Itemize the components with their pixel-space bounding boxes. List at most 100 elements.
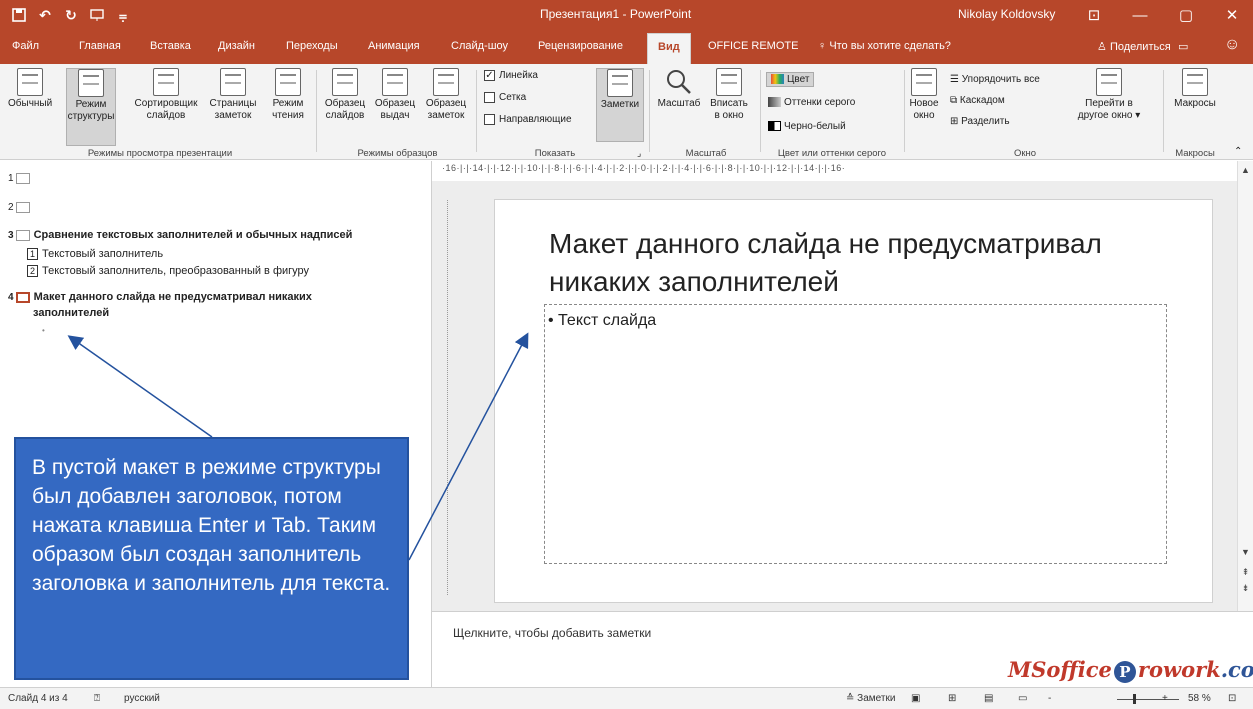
notes-page-button[interactable]: Страницы заметок [205, 68, 261, 122]
zoom-button[interactable]: Масштаб [655, 68, 703, 110]
slide-master-button[interactable]: Образец слайдов [322, 68, 368, 122]
fit-slide-icon[interactable]: ⊡ [1228, 693, 1236, 704]
tab-transitions[interactable]: Переходы [286, 40, 338, 52]
outline-slide-3-item-1[interactable]: 1 Текстовый заполнитель [27, 248, 163, 260]
outline-slide-2[interactable]: 2 [8, 201, 34, 213]
text-placeholder[interactable] [544, 304, 1167, 564]
outline-slide-3[interactable]: 3 Сравнение текстовых заполнителей и обыч… [8, 229, 352, 241]
color-swatch-icon [771, 74, 784, 85]
group-divider [316, 70, 317, 152]
split-icon: ⊞ [950, 116, 962, 127]
switch-windows-button[interactable]: Перейти в другое окно ▾ [1066, 68, 1152, 122]
status-bar: Слайд 4 из 4 ⍰ русский ≙ Заметки ▣ ⊞ ▤ ▭… [0, 687, 1253, 709]
guides-checkbox[interactable]: Направляющие [484, 114, 572, 125]
split-button[interactable]: ⊞ Разделить [950, 116, 1010, 127]
vertical-scrollbar[interactable]: ▲ ▼ ⇞ ⇟ [1237, 161, 1253, 611]
quick-access-toolbar: ↶ ↻ ⩦ [8, 4, 134, 26]
redo-icon[interactable]: ↻ [60, 4, 82, 26]
restore-button[interactable]: ▢ [1166, 0, 1206, 30]
language-indicator[interactable]: русский [124, 693, 160, 704]
outline-slide-1[interactable]: 1 [8, 172, 34, 184]
notes-master-button[interactable]: Образец заметок [422, 68, 470, 122]
spell-check-icon[interactable]: ⍰ [94, 693, 100, 704]
notes-toggle-icon: ≙ [846, 693, 858, 704]
tab-insert[interactable]: Вставка [150, 40, 191, 52]
collapse-ribbon-icon[interactable]: ⌃ [1234, 146, 1242, 157]
grid-checkbox[interactable]: Сетка [484, 92, 526, 103]
notes-toggle[interactable]: ≙ Заметки [846, 693, 895, 704]
previous-slide-icon[interactable]: ⇞ [1238, 565, 1253, 580]
notes-placeholder[interactable]: Щелкните, чтобы добавить заметки [453, 626, 651, 640]
tab-file[interactable]: Файл [12, 40, 39, 52]
user-name[interactable]: Nikolay Koldovsky [958, 7, 1055, 21]
scroll-down-icon[interactable]: ▼ [1238, 545, 1253, 560]
slide-master-icon [332, 68, 358, 96]
ruler-checkbox[interactable]: ✓ Линейка [484, 70, 538, 81]
arrange-all-button[interactable]: ☰ Упорядочить все [950, 74, 1040, 85]
macros-button[interactable]: Макросы [1168, 68, 1222, 110]
zoom-percent[interactable]: 58 % [1188, 693, 1211, 704]
color-button[interactable]: Цвет [766, 72, 815, 87]
handout-master-button[interactable]: Образец выдач [372, 68, 418, 122]
slide-counter[interactable]: Слайд 4 из 4 [8, 693, 68, 704]
document-title: Презентация1 - PowerPoint [540, 7, 692, 21]
group-label-master-views: Режимы образцов [357, 148, 438, 159]
slide-sorter-button[interactable]: Сортировщик слайдов [130, 68, 202, 122]
normal-view-button[interactable]: Обычный [8, 68, 52, 110]
horizontal-ruler: ·16·|·|·14·|·|·12·|·|·10·|·|·8·|·|·6·|·|… [442, 163, 846, 173]
zoom-out-button[interactable]: - [1048, 693, 1051, 704]
save-icon[interactable] [8, 4, 30, 26]
tab-design[interactable]: Дизайн [218, 40, 255, 52]
group-divider [649, 70, 650, 152]
slide-title[interactable]: Макет данного слайда не предусматривал н… [549, 225, 1189, 301]
smiley-feedback-icon[interactable]: ☺ [1224, 36, 1240, 54]
next-slide-icon[interactable]: ⇟ [1238, 581, 1253, 596]
tab-view[interactable]: Вид [647, 33, 691, 64]
normal-view-status-icon[interactable]: ▣ [911, 693, 920, 704]
slideshow-status-icon[interactable]: ▭ [1018, 693, 1027, 704]
placeholder-text[interactable]: • Текст слайда [548, 312, 656, 330]
zoom-in-button[interactable]: + [1162, 693, 1168, 704]
minimize-button[interactable]: — [1120, 0, 1160, 30]
black-white-button[interactable]: Черно-белый [768, 121, 846, 132]
outline-view-button[interactable]: Режим структуры [66, 68, 116, 146]
new-window-button[interactable]: Новое окно [906, 68, 942, 122]
tell-me-search[interactable]: ♀ Что вы хотите сделать? [818, 40, 951, 52]
ribbon-display-options-icon[interactable]: ⊡ [1074, 0, 1114, 30]
tab-slideshow[interactable]: Слайд-шоу [451, 40, 508, 52]
macros-icon [1182, 68, 1208, 96]
lightbulb-icon: ♀ [818, 40, 827, 52]
notes-button[interactable]: Заметки [596, 68, 644, 142]
group-divider [904, 70, 905, 152]
zoom-slider-thumb[interactable] [1132, 694, 1136, 704]
fit-to-window-button[interactable]: Вписать в окно [706, 68, 752, 122]
checkbox-unchecked [484, 92, 495, 103]
reading-view-button[interactable]: Режим чтения [266, 68, 310, 122]
show-dialog-launcher-icon[interactable]: ⌟ [637, 148, 641, 159]
tab-review[interactable]: Рецензирование [538, 40, 623, 52]
group-label-window: Окно [1013, 148, 1037, 159]
undo-icon[interactable]: ↶ [34, 4, 56, 26]
present-from-start-icon[interactable] [86, 4, 108, 26]
slide-sorter-status-icon[interactable]: ⊞ [948, 693, 956, 704]
grayscale-button[interactable]: Оттенки серого [768, 97, 855, 108]
notes-icon [607, 69, 633, 97]
group-label-zoom: Масштаб [685, 148, 727, 159]
share-button[interactable]: ♙ Поделиться [1097, 40, 1171, 53]
comments-icon[interactable]: ▭ [1178, 40, 1188, 53]
close-button[interactable]: ✕ [1212, 0, 1252, 30]
zoom-slider[interactable] [1117, 699, 1179, 700]
outline-view-icon [78, 69, 104, 97]
watermark-logo: MSofficeProwork.com [1008, 657, 1253, 683]
outline-slide-3-item-2[interactable]: 2 Текстовый заполнитель, преобразованный … [27, 265, 309, 277]
outline-slide-4[interactable]: 4 Макет данного слайда не предусматривал … [8, 291, 312, 303]
slide-icon [15, 172, 30, 184]
cascade-button[interactable]: ⧉ Каскадом [950, 95, 1005, 106]
tab-office-remote[interactable]: OFFICE REMOTE [708, 40, 798, 52]
tab-home[interactable]: Главная [79, 40, 121, 52]
person-icon: ♙ [1097, 41, 1107, 53]
reading-view-status-icon[interactable]: ▤ [984, 693, 993, 704]
tab-animations[interactable]: Анимация [368, 40, 420, 52]
customize-qat-icon[interactable]: ⩦ [112, 4, 134, 26]
scroll-up-icon[interactable]: ▲ [1238, 163, 1253, 178]
